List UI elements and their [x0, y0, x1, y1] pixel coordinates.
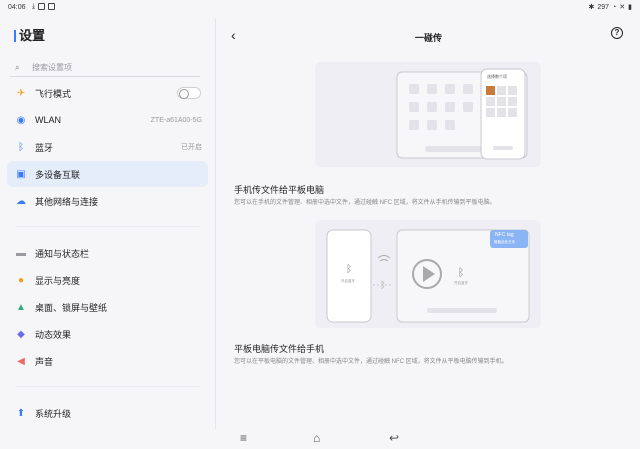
sidebar-item-label: 声音: [35, 356, 54, 367]
battery-icon: ▮: [628, 4, 632, 11]
phone-bluetooth-label: 开启蓝牙: [341, 279, 355, 283]
download-icon: ⤓: [32, 3, 36, 10]
search-placeholder: 搜索设置项: [32, 63, 72, 72]
section-title-phone-to-tablet: 手机传文件给平板电脑: [234, 185, 325, 195]
phone-screen-header: 选择数个项: [487, 74, 507, 79]
sidebar-divider: [16, 386, 200, 387]
sidebar-item-label: 显示与亮度: [35, 275, 81, 286]
section-desc-phone-to-tablet: 您可以在手机的文件管理、相册中选中文件，通过碰触 NFC 区域，将文件从手机传输…: [234, 200, 496, 206]
svg-text:ᛒ: ᛒ: [458, 266, 465, 279]
status-left-icons: ⤓: [32, 3, 56, 11]
multi-device-icon: ▣: [16, 168, 26, 180]
image-icon: [48, 3, 56, 10]
nfc-tag-sublabel: 碰触此处互传: [494, 240, 515, 244]
nfc-icon: ✱: [588, 4, 595, 11]
nfc-tag-label: NFC tag: [495, 232, 514, 238]
sidebar-divider: [16, 226, 200, 227]
sidebar-item-label: 系统升级: [35, 408, 72, 419]
wallpaper-icon: ▲: [16, 301, 26, 313]
sidebar-item-multi-device[interactable]: ▣ 多设备互联: [7, 161, 208, 187]
speaker-icon: ◀: [17, 355, 25, 367]
sidebar-item-notifications[interactable]: ▬ 通知与状态栏: [7, 240, 208, 266]
settings-sidebar: 设置 ⌕ 搜索设置项 ✈ 飞行模式 ◉ WLAN ZTE-a61A00-5G ᛒ…: [0, 18, 216, 429]
illustration-svg: [396, 68, 528, 160]
wifi-status-icon: ◔: [612, 3, 617, 11]
upgrade-icon: ⬆: [16, 407, 26, 419]
section-title-tablet-to-phone: 平板电脑传文件给手机: [234, 344, 325, 354]
bluetooth-status: 已开启: [181, 144, 202, 151]
back-nav-icon[interactable]: ↩: [389, 431, 399, 445]
tablet-bluetooth-label: 开启蓝牙: [454, 281, 468, 285]
sidebar-item-display[interactable]: ● 显示与亮度: [7, 267, 208, 293]
section-desc-tablet-to-phone: 您可以在平板电脑的文件管理、相册中选中文件，通过碰触 NFC 区域，将文件从平板…: [234, 359, 508, 365]
page-heading: 一碰传: [414, 33, 442, 43]
sidebar-item-label: 通知与状态栏: [35, 248, 90, 259]
svg-text:ᛒ: ᛒ: [346, 264, 352, 275]
sidebar-item-label: 桌面、锁屏与壁纸: [35, 302, 108, 313]
sidebar-item-other-networks[interactable]: ☁ 其他网络与连接: [7, 188, 208, 214]
sidebar-item-label: WLAN: [35, 115, 62, 125]
sidebar-item-airplane-mode[interactable]: ✈ 飞行模式: [7, 80, 208, 106]
help-button[interactable]: ?: [611, 27, 623, 39]
sidebar-item-sound[interactable]: ◀ 声音: [7, 348, 208, 374]
status-bar: 04:06 ⤓ ✱ 297 ◔ ✕ ▮: [0, 0, 640, 18]
search-icon: ⌕: [15, 62, 20, 72]
status-time: 04:06: [8, 4, 26, 11]
menu-icon[interactable]: ≡: [240, 431, 247, 445]
page-title: 设置: [14, 29, 45, 42]
home-icon[interactable]: ⌂: [313, 431, 320, 445]
animation-icon: ◆: [17, 328, 25, 340]
sidebar-item-animation[interactable]: ◆ 动态效果: [7, 321, 208, 347]
airplane-mode-toggle[interactable]: [177, 87, 201, 99]
sun-icon: ●: [17, 274, 25, 286]
status-speed: 297: [597, 3, 610, 11]
sidebar-item-wallpaper[interactable]: ▲ 桌面、锁屏与壁纸: [7, 294, 208, 320]
sidebar-item-label: 多设备互联: [35, 169, 81, 180]
tablet-to-phone-illustration: ᛒ ᛒ ᛒ NFC tag 碰触此处互传 开启蓝牙 开启蓝牙: [315, 220, 541, 328]
main-panel: ‹ 一碰传 ? 选择数个项 手机传文件给平板电脑 您可以在手机的文件管理、相册中…: [217, 18, 640, 429]
sidebar-item-label: 动态效果: [35, 329, 72, 340]
airplane-icon: ✈: [16, 87, 26, 99]
cloud-icon: ☁: [16, 195, 26, 207]
wlan-network-name: ZTE-a61A00-5G: [150, 116, 202, 124]
sidebar-item-label: 蓝牙: [35, 142, 54, 153]
notification-icon: ▬: [16, 247, 26, 259]
sidebar-item-wlan[interactable]: ◉ WLAN ZTE-a61A00-5G: [7, 107, 208, 133]
sidebar-item-label: 飞行模式: [35, 88, 72, 99]
navigation-bar: ≡ ⌂ ↩: [0, 429, 640, 449]
search-input[interactable]: ⌕ 搜索设置项: [10, 59, 200, 77]
status-right-icons: ✱ 297 ◔ ✕ ▮: [588, 3, 632, 12]
shield-icon: [38, 3, 46, 10]
phone-to-tablet-illustration: 选择数个项: [315, 62, 541, 167]
sidebar-item-label: 其他网络与连接: [35, 196, 99, 207]
mute-icon: ✕: [619, 4, 626, 11]
bluetooth-icon: ᛒ: [18, 141, 24, 153]
sidebar-item-system-upgrade[interactable]: ⬆ 系统升级: [7, 400, 208, 426]
sidebar-item-bluetooth[interactable]: ᛒ 蓝牙 已开启: [7, 134, 208, 160]
wifi-icon: ◉: [16, 114, 26, 126]
